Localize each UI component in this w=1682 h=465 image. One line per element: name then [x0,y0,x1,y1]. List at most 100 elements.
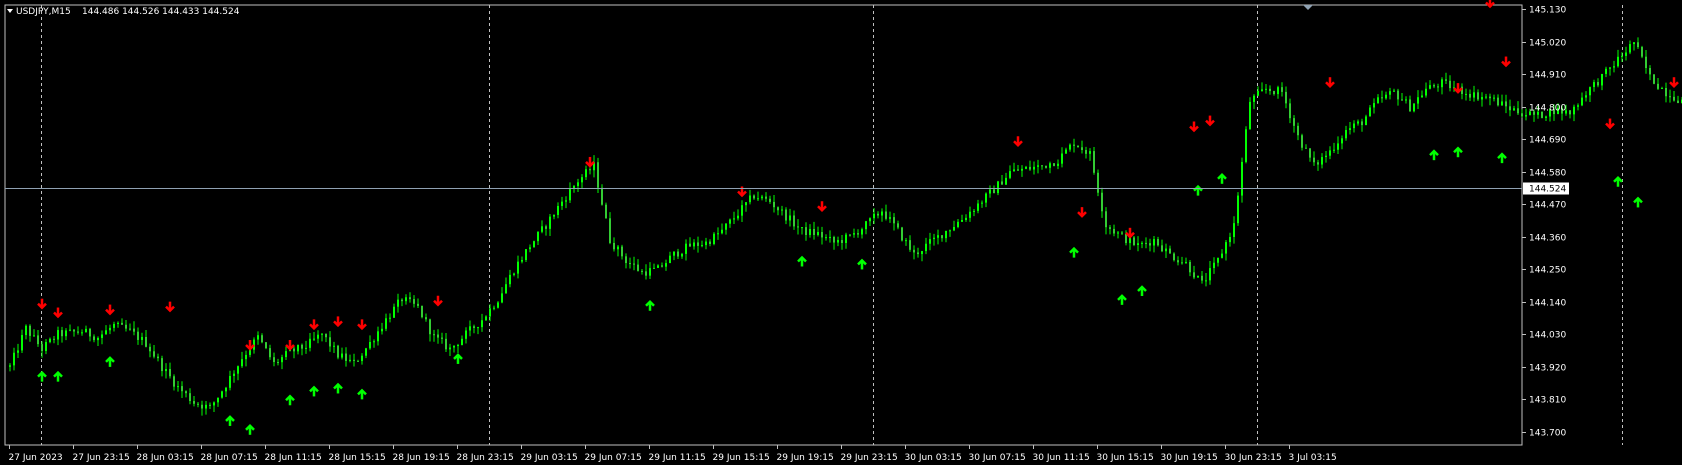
x-tick-label: 3 Jul 03:15 [1289,453,1337,463]
candle-body [749,195,751,203]
candle-body [909,240,911,250]
candle-body [1489,96,1491,99]
candle-body [1169,248,1171,254]
candle-body [245,354,247,360]
candle [1525,108,1527,121]
candle [1581,92,1583,107]
candle [37,330,39,347]
price-axis[interactable]: 145.130 145.020 144.910 144.800 144.690 144.5… [1522,6,1569,439]
buy-arrow-icon [1117,294,1127,305]
candle [553,214,555,220]
candle-body [1573,106,1575,115]
candle [965,214,967,222]
candle [1389,87,1391,100]
candle [133,321,135,336]
buy-arrow-icon [797,255,807,267]
candle-body [17,350,19,353]
candle [385,313,387,332]
candle [925,237,927,255]
candle-body [293,348,295,352]
buy-arrow-icon [1217,173,1227,184]
candle-body [661,265,663,267]
candle-body [1329,150,1331,156]
candle [1221,249,1223,259]
candle-body [1177,260,1179,263]
candle [933,233,935,246]
candle [769,195,771,204]
candle [1649,65,1651,81]
candle [1029,160,1031,171]
time-axis[interactable]: 27 Jun 2023 27 Jun 23:15 28 Jun 03:15 28 Ju… [9,445,1337,463]
buy-arrow-icon [53,370,63,382]
sell-arrow-icon [165,301,175,313]
candle-body [461,338,463,346]
candle-body [1301,135,1303,148]
chart-window[interactable]: 145.130 145.020 144.910 144.800 144.690 144.5… [0,0,1682,465]
candle [17,343,19,358]
candle-body [905,240,907,242]
candle [1677,95,1679,104]
candle [201,400,203,416]
candle-body [325,333,327,338]
candle-body [261,335,263,343]
candle [701,240,703,248]
candle [1161,239,1163,253]
candle [129,323,131,331]
candle-body [1653,74,1655,84]
candle-body [793,215,795,227]
candle-body [93,336,95,341]
candle-body [1345,130,1347,139]
candle [313,332,315,342]
candle-body [509,274,511,285]
candle [161,355,163,377]
candle-body [709,241,711,244]
candle [1629,40,1631,55]
candle [497,301,499,309]
candle [349,354,351,363]
candle [505,277,507,294]
candle [1381,90,1383,103]
candle [1165,243,1167,259]
candle [69,324,71,332]
candle-body [597,162,599,188]
candle-body [533,241,535,248]
candle [1005,172,1007,186]
candle [1405,96,1407,104]
candle-body [1157,239,1159,246]
sell-arrow-icon [285,340,295,351]
candle [1269,85,1271,95]
candle [1281,82,1283,97]
candle [513,272,515,277]
candle-body [197,403,199,405]
candle [445,332,447,352]
candle-body [1617,56,1619,67]
candle [529,244,531,253]
candle-body [1545,116,1547,118]
x-tick-label: 29 Jun 23:15 [841,453,898,463]
candle [789,208,791,227]
x-tick-label: 29 Jun 07:15 [585,453,642,463]
candle [1109,225,1111,235]
candle [1605,66,1607,78]
candle-body [405,297,407,302]
price-chart[interactable]: 145.130 145.020 144.910 144.800 144.690 144.5… [0,0,1682,465]
chart-shift-marker-icon[interactable] [1303,5,1313,10]
buy-arrow-icon [309,385,319,397]
candle-body [201,404,203,409]
chart-menu-triangle-icon[interactable] [7,9,13,13]
day-separator-grid [41,5,1623,445]
candle-body [1065,149,1067,154]
sell-arrow-icon [1189,121,1199,133]
candle [837,236,839,247]
candle-body [397,299,399,307]
candle [461,335,463,346]
candle [1417,90,1419,109]
current-price-label: 144.524 [1523,182,1569,195]
candle-body [577,182,579,187]
candle-body [557,205,559,215]
candle [1321,153,1323,169]
candle [1041,165,1043,170]
candle [1601,73,1603,91]
candle-body [85,328,87,333]
candle-body [989,189,991,194]
